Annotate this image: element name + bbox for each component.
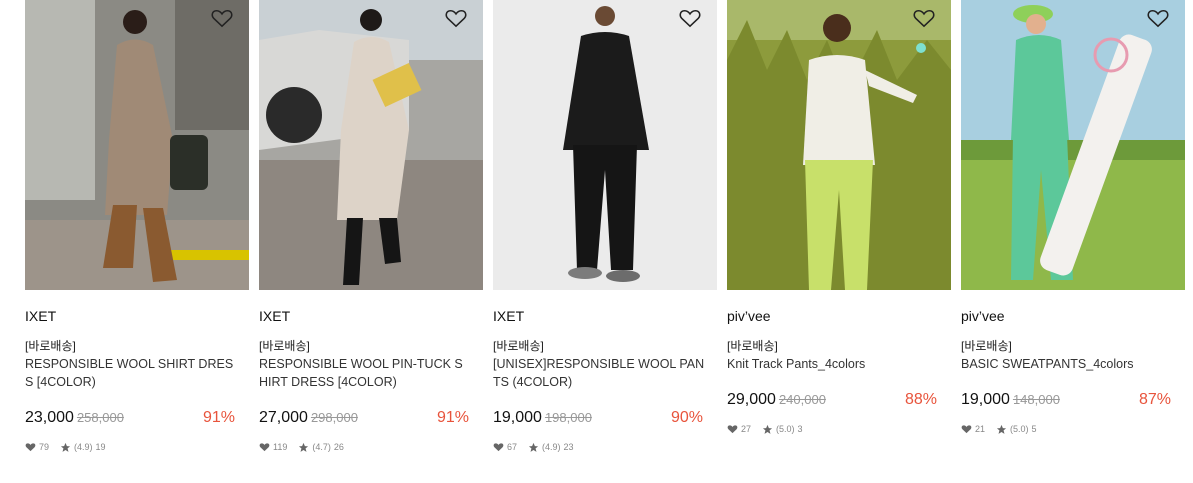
product-meta: 27 (5.0) 3: [727, 422, 951, 436]
product-image[interactable]: [259, 0, 483, 290]
original-price: 258,000: [76, 410, 124, 425]
sale-price: 23,000: [25, 409, 74, 426]
star-icon: [299, 442, 309, 452]
product-image[interactable]: [493, 0, 717, 290]
rating: (5.0): [1010, 424, 1029, 434]
heart-count-icon: [961, 425, 972, 434]
review-count: 5: [1031, 424, 1037, 434]
price-row: 19,000 148,000 87%: [961, 388, 1185, 412]
rating: (5.0): [776, 424, 795, 434]
rating: (4.9): [542, 442, 561, 452]
heart-icon[interactable]: [445, 8, 467, 28]
heart-icon[interactable]: [913, 8, 935, 28]
heart-count-icon: [727, 425, 738, 434]
delivery-tag: [바로배송]: [259, 339, 310, 353]
price-row: 27,000 298,000 91%: [259, 406, 483, 430]
like-count: 119: [273, 442, 288, 452]
sale-price: 27,000: [259, 409, 308, 426]
like-count: 67: [507, 442, 518, 452]
star-icon: [60, 442, 71, 452]
discount-rate: 90%: [670, 409, 703, 426]
brand-name[interactable]: IXET: [493, 307, 717, 325]
price-row: 19,000 198,000 90%: [493, 406, 717, 430]
product-name[interactable]: RESPONSIBLE WOOL PIN-TUCK SHIRT DRESS [4…: [259, 355, 471, 391]
review-count: 19: [95, 442, 106, 452]
like-count: 21: [975, 424, 986, 434]
product-name[interactable]: [UNISEX]RESPONSIBLE WOOL PANTS (4COLOR): [493, 355, 705, 391]
brand-name[interactable]: IXET: [25, 307, 249, 325]
rating: (4.9): [74, 442, 93, 452]
product-card[interactable]: IXET [바로배송] RESPONSIBLE WOOL PIN-TUCK SH…: [259, 0, 483, 454]
product-name[interactable]: Knit Track Pants_4colors: [727, 355, 939, 373]
discount-rate: 88%: [904, 391, 937, 408]
price-row: 23,000 258,000 91%: [25, 406, 249, 430]
original-price: 198,000: [544, 410, 592, 425]
discount-rate: 91%: [436, 409, 469, 426]
heart-icon[interactable]: [679, 8, 701, 28]
product-meta: 21 (5.0) 5: [961, 422, 1185, 436]
review-count: 3: [797, 424, 803, 434]
star-icon: [762, 424, 773, 434]
product-card[interactable]: IXET [바로배송] [UNISEX]RESPONSIBLE WOOL PAN…: [493, 0, 717, 454]
product-meta: 67 (4.9) 23: [493, 440, 717, 454]
original-price: 240,000: [778, 392, 826, 407]
delivery-tag: [바로배송]: [727, 339, 778, 353]
product-meta: 119 (4.7) 26: [259, 440, 483, 454]
delivery-tag: [바로배송]: [25, 339, 76, 353]
heart-icon[interactable]: [1147, 8, 1169, 28]
rating: (4.7): [312, 442, 331, 452]
brand-name[interactable]: piv’vee: [727, 307, 951, 325]
brand-name[interactable]: piv’vee: [961, 307, 1185, 325]
product-grid: IXET [바로배송] RESPONSIBLE WOOL SHIRT DRESS…: [0, 0, 1193, 483]
product-image[interactable]: [25, 0, 249, 290]
delivery-tag: [바로배송]: [961, 339, 1012, 353]
like-count: 79: [39, 442, 50, 452]
like-count: 27: [741, 424, 752, 434]
original-price: 298,000: [310, 410, 358, 425]
product-photo[interactable]: [25, 0, 249, 290]
review-count: 26: [333, 442, 344, 452]
star-icon: [528, 442, 539, 452]
heart-count-icon: [25, 443, 36, 452]
heart-icon[interactable]: [211, 8, 233, 28]
sale-price: 19,000: [493, 409, 542, 426]
original-price: 148,000: [1012, 392, 1060, 407]
product-photo[interactable]: [961, 0, 1185, 290]
product-card[interactable]: piv’vee [바로배송] Knit Track Pants_4colors …: [727, 0, 951, 436]
product-image[interactable]: [961, 0, 1185, 290]
product-photo[interactable]: [727, 0, 951, 290]
product-photo[interactable]: [493, 0, 717, 290]
delivery-tag: [바로배송]: [493, 339, 544, 353]
brand-name[interactable]: IXET: [259, 307, 483, 325]
product-card[interactable]: piv’vee [바로배송] BASIC SWEATPANTS_4colors …: [961, 0, 1185, 436]
sale-price: 19,000: [961, 391, 1010, 408]
discount-rate: 87%: [1138, 391, 1171, 408]
product-name[interactable]: RESPONSIBLE WOOL SHIRT DRESS [4COLOR): [25, 355, 237, 391]
discount-rate: 91%: [202, 409, 235, 426]
product-meta: 79 (4.9) 19: [25, 440, 249, 454]
heart-count-icon: [259, 443, 270, 452]
product-card[interactable]: IXET [바로배송] RESPONSIBLE WOOL SHIRT DRESS…: [25, 0, 249, 454]
product-image[interactable]: [727, 0, 951, 290]
star-icon: [996, 424, 1007, 434]
price-row: 29,000 240,000 88%: [727, 388, 951, 412]
product-name[interactable]: BASIC SWEATPANTS_4colors: [961, 355, 1173, 373]
sale-price: 29,000: [727, 391, 776, 408]
product-photo[interactable]: [259, 0, 483, 290]
review-count: 23: [563, 442, 574, 452]
heart-count-icon: [493, 443, 504, 452]
